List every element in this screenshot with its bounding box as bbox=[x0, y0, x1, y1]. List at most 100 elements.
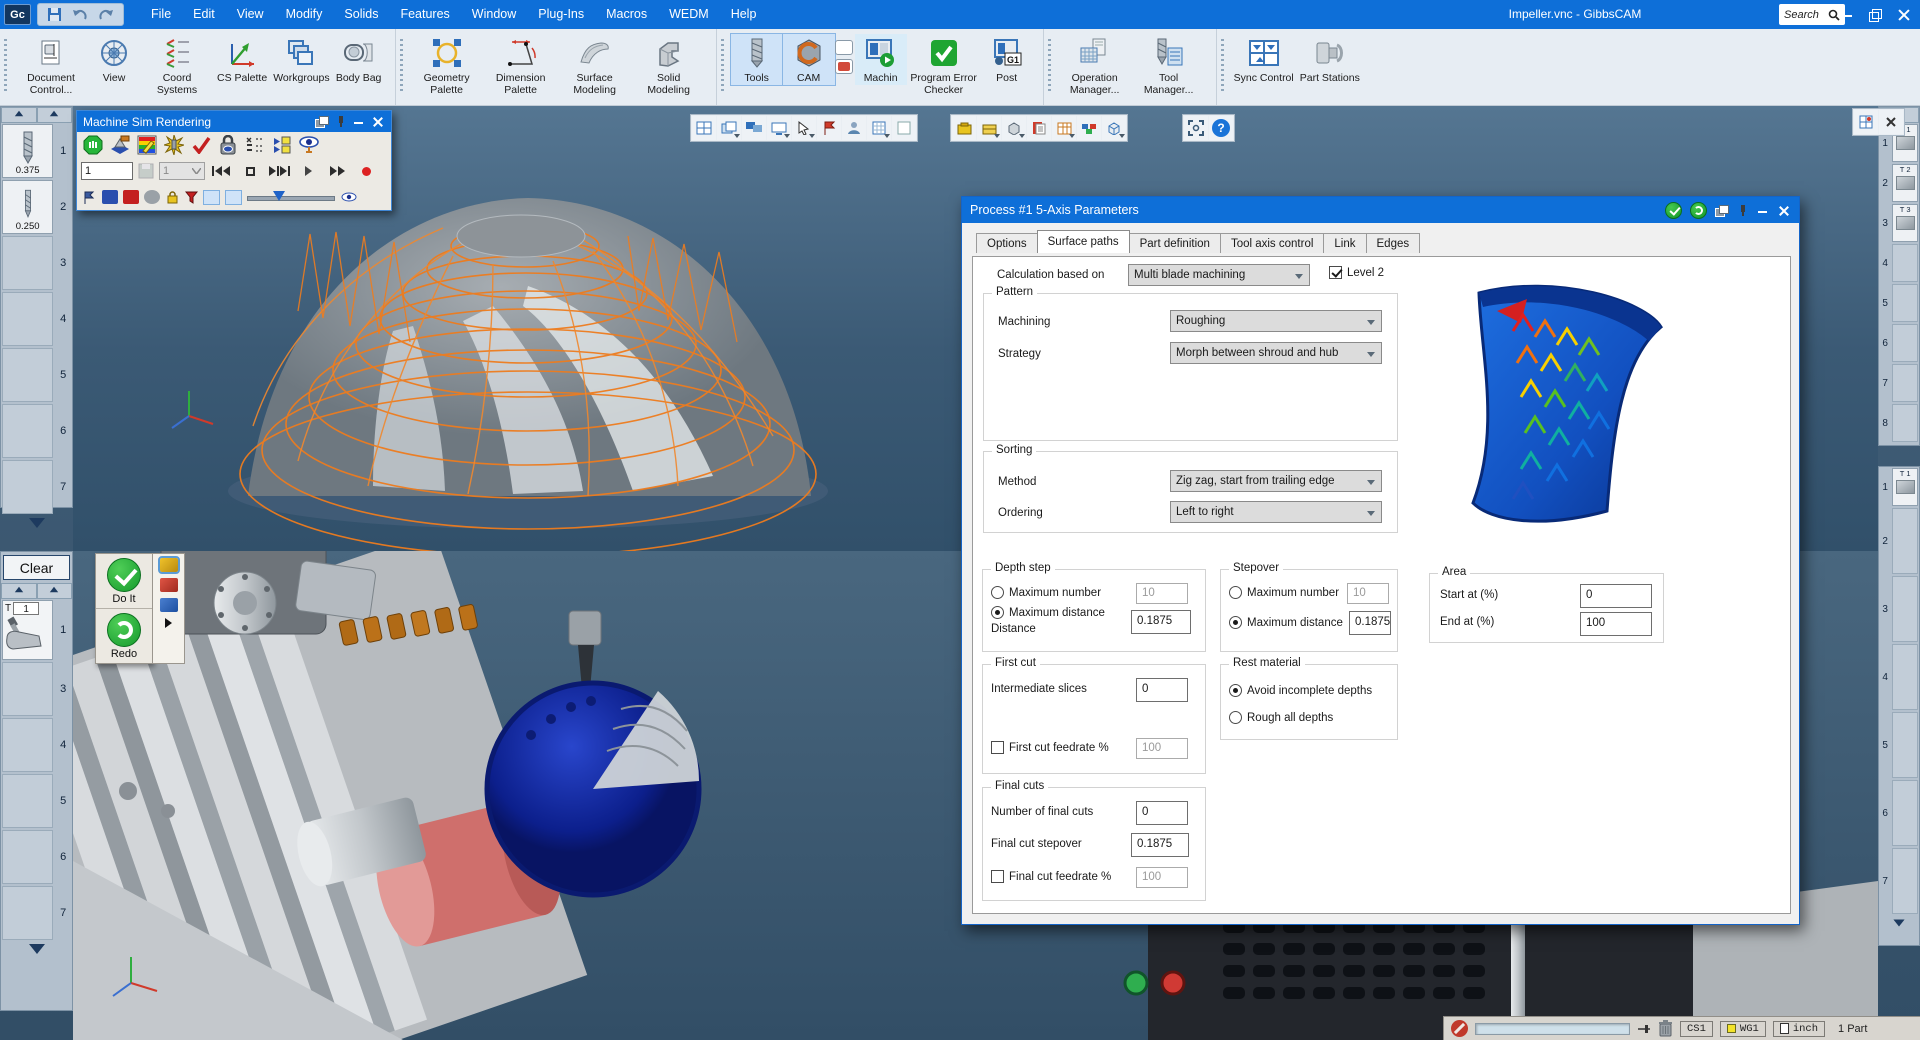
redo-icon[interactable] bbox=[98, 8, 114, 22]
final-cut-feedrate-checkbox[interactable]: Final cut feedrate % bbox=[991, 870, 1111, 883]
dialog-titlebar[interactable]: Process #1 5-Axis Parameters bbox=[962, 197, 1799, 223]
clear-button[interactable]: Clear bbox=[3, 555, 70, 580]
empty-slot[interactable] bbox=[1892, 780, 1918, 846]
box2-menu-icon[interactable] bbox=[1102, 116, 1126, 140]
empty-slot[interactable] bbox=[2, 404, 53, 458]
empty-slot[interactable] bbox=[2, 774, 53, 828]
trash-icon[interactable] bbox=[1658, 1020, 1673, 1037]
stop-button[interactable] bbox=[237, 162, 263, 180]
dialog-redo-icon[interactable] bbox=[1690, 202, 1707, 219]
callout-red-icon[interactable] bbox=[835, 59, 853, 74]
station-slot[interactable]: 2T 2 bbox=[1879, 163, 1919, 203]
empty-slot[interactable] bbox=[1892, 364, 1918, 402]
do-it-button[interactable]: Do It bbox=[96, 554, 152, 609]
menu-wedm[interactable]: WEDM bbox=[658, 0, 720, 29]
stepover-max-distance-radio[interactable]: Maximum distance bbox=[1229, 616, 1343, 629]
restore-button[interactable] bbox=[1869, 9, 1881, 21]
geometry-palette-button[interactable]: Geometry Palette bbox=[410, 34, 484, 97]
table-menu-icon[interactable] bbox=[1052, 116, 1076, 140]
tool-slot-empty[interactable]: 3 bbox=[1, 235, 72, 291]
solid-modeling-button[interactable]: Solid Modeling bbox=[632, 34, 706, 97]
tool2-slot-empty[interactable]: 5 bbox=[1, 773, 72, 829]
blue-marker-icon[interactable] bbox=[102, 190, 118, 204]
visibility-icon[interactable] bbox=[297, 134, 321, 156]
view-button[interactable]: View bbox=[88, 34, 140, 85]
empty-slot[interactable] bbox=[1892, 244, 1918, 282]
tool-slot-1[interactable]: 0.375 1 bbox=[1, 123, 72, 179]
dialog-close-icon[interactable] bbox=[1778, 205, 1791, 216]
rough-all-depths-radio[interactable]: Rough all depths bbox=[1229, 711, 1333, 724]
tools-button[interactable]: Tools bbox=[731, 34, 783, 85]
cursor-tool-icon[interactable] bbox=[792, 116, 816, 140]
view-toggle-2[interactable] bbox=[225, 190, 242, 205]
monitor-menu-icon[interactable] bbox=[767, 116, 791, 140]
avoid-incomplete-radio[interactable]: Avoid incomplete depths bbox=[1229, 684, 1372, 697]
close-panel-icon[interactable] bbox=[1879, 110, 1903, 134]
level2-checkbox[interactable]: Level 2 bbox=[1329, 266, 1384, 279]
tool-list2-scroll-up[interactable] bbox=[1, 583, 72, 599]
red-marker-icon[interactable] bbox=[123, 190, 139, 204]
gray-dot-icon[interactable] bbox=[144, 190, 160, 204]
stepover-distance-field[interactable]: 0.1875 bbox=[1349, 611, 1391, 635]
eye-icon[interactable] bbox=[340, 186, 358, 208]
fit-view-icon[interactable] bbox=[1184, 116, 1208, 140]
part-view-icon[interactable] bbox=[842, 116, 866, 140]
empty-slot[interactable] bbox=[2, 662, 53, 716]
menu-modify[interactable]: Modify bbox=[275, 0, 334, 29]
operation-manager-button[interactable]: Operation Manager... bbox=[1058, 34, 1132, 97]
dialog-apply-icon[interactable] bbox=[1665, 202, 1682, 219]
flag-add-icon[interactable] bbox=[817, 116, 841, 140]
sim-pin-icon[interactable] bbox=[334, 116, 347, 127]
station-tile[interactable]: T 2 bbox=[1892, 164, 1918, 202]
view-toggle-1[interactable] bbox=[203, 190, 220, 205]
cam-button[interactable]: CAM bbox=[783, 34, 835, 85]
tab-part-definition[interactable]: Part definition bbox=[1129, 233, 1221, 253]
tool2-slot-empty[interactable]: 3 bbox=[1, 661, 72, 717]
strategy-combo[interactable]: Morph between shroud and hub bbox=[1170, 342, 1382, 364]
tool-slot-empty[interactable]: 4 bbox=[1, 291, 72, 347]
empty-slot[interactable] bbox=[2, 718, 53, 772]
dialog-minimize-icon[interactable] bbox=[1757, 205, 1770, 216]
tool-tile-0250[interactable]: 0.250 bbox=[2, 180, 53, 234]
menu-solids[interactable]: Solids bbox=[333, 0, 389, 29]
empty-slot[interactable] bbox=[2, 348, 53, 402]
callout-icon[interactable] bbox=[835, 40, 853, 55]
station-tile[interactable]: T 1 bbox=[1892, 468, 1918, 506]
workgroup-yellow-icon[interactable] bbox=[160, 558, 178, 572]
new-window-icon[interactable] bbox=[717, 116, 741, 140]
cs-palette-button[interactable]: CS Palette bbox=[214, 34, 270, 85]
workgroup-indicator[interactable]: WG1 bbox=[1720, 1021, 1766, 1037]
ordering-combo[interactable]: Left to right bbox=[1170, 501, 1382, 523]
station2-slot-empty[interactable]: 3 bbox=[1879, 575, 1919, 643]
scroll-top-icon[interactable] bbox=[37, 583, 73, 599]
tab-tool-axis-control[interactable]: Tool axis control bbox=[1220, 233, 1324, 253]
menu-window[interactable]: Window bbox=[461, 0, 527, 29]
help-icon[interactable]: ? bbox=[1209, 116, 1233, 140]
depth-max-number-radio[interactable]: Maximum number bbox=[991, 586, 1101, 599]
empty-slot[interactable] bbox=[2, 236, 53, 290]
t1-tool-tile[interactable]: T 1 bbox=[2, 600, 53, 660]
station-slot[interactable]: 3T 3 bbox=[1879, 203, 1919, 243]
tool-manager-button[interactable]: Tool Manager... bbox=[1132, 34, 1206, 97]
workgroup-blue-icon[interactable] bbox=[160, 598, 178, 612]
undo-icon[interactable] bbox=[72, 8, 88, 22]
flag-icon[interactable] bbox=[81, 190, 97, 204]
empty-slot[interactable] bbox=[2, 830, 53, 884]
station-scroll-down[interactable] bbox=[1879, 918, 1919, 928]
tool-slot-empty[interactable]: 7 bbox=[1, 459, 72, 515]
depth-max-distance-radio[interactable]: Maximum distance bbox=[991, 606, 1105, 619]
station2-slot[interactable]: 1T 1 bbox=[1879, 467, 1919, 507]
empty-slot[interactable] bbox=[2, 460, 53, 514]
first-cut-feedrate-checkbox[interactable]: First cut feedrate % bbox=[991, 741, 1109, 754]
workgroup-red-icon[interactable] bbox=[160, 578, 178, 592]
stepover-max-number-radio[interactable]: Maximum number bbox=[1229, 586, 1339, 599]
tab-options[interactable]: Options bbox=[976, 233, 1038, 253]
menu-file[interactable]: File bbox=[140, 0, 182, 29]
grid-add-icon[interactable] bbox=[867, 116, 891, 140]
scroll-up-icon[interactable] bbox=[1, 583, 37, 599]
frame-number-input[interactable]: 1 bbox=[81, 162, 133, 180]
depth-max-number-field[interactable]: 10 bbox=[1136, 583, 1188, 604]
verify-check-icon[interactable] bbox=[189, 134, 213, 156]
tool-list-scroll-up[interactable] bbox=[1, 107, 72, 123]
interrupt-icon[interactable] bbox=[1451, 1020, 1468, 1037]
